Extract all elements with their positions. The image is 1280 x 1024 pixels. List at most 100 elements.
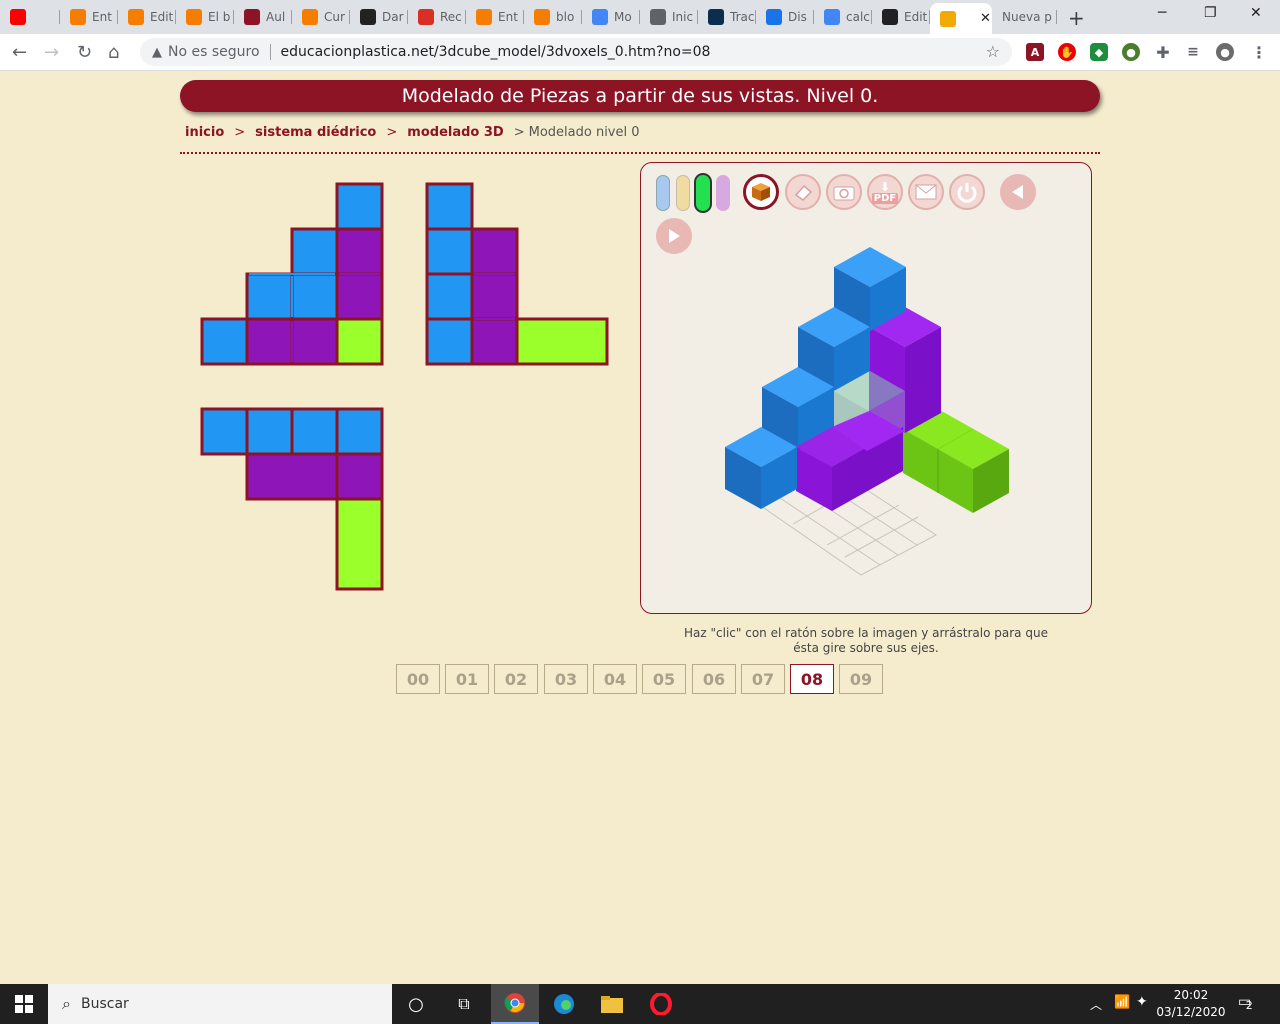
- windows-logo-icon: [15, 995, 33, 1013]
- profile-avatar[interactable]: ●: [1216, 43, 1234, 61]
- system-clock[interactable]: 20:02 03/12/2020: [1156, 987, 1226, 1021]
- page-title: Modelado de Piezas a partir de sus vista…: [180, 80, 1100, 112]
- omnibox-divider: [269, 44, 271, 60]
- adblock-extension-icon[interactable]: ✋: [1058, 43, 1076, 61]
- browser-tab[interactable]: Ent: [60, 3, 118, 31]
- tray-chevron-icon[interactable]: ︿: [1090, 996, 1102, 1013]
- back-icon[interactable]: ←: [12, 42, 27, 63]
- pdf-extension-icon[interactable]: A: [1026, 43, 1044, 61]
- notifications-button[interactable]: ▭ 2: [1238, 994, 1253, 1012]
- clock-time: 20:02: [1173, 988, 1209, 1002]
- tab-label: calc: [846, 10, 870, 24]
- dropbox-icon[interactable]: ✦: [1136, 994, 1148, 1010]
- wifi-icon[interactable]: 📶: [1114, 995, 1130, 1010]
- breadcrumb-current: Modelado nivel 0: [528, 125, 640, 140]
- browser-tab[interactable]: Edit: [872, 3, 930, 31]
- minimize-button[interactable]: ─: [1158, 5, 1166, 21]
- page-03-button[interactable]: 03: [544, 664, 588, 694]
- media-control-icon[interactable]: ≡: [1184, 43, 1202, 61]
- tab-label: Dar: [382, 10, 404, 24]
- close-tab-icon[interactable]: ✕: [980, 11, 991, 26]
- start-button[interactable]: [0, 984, 48, 1024]
- edge-taskbar-icon[interactable]: [540, 984, 588, 1024]
- chrome-icon: [882, 9, 898, 25]
- page-09-button[interactable]: 09: [839, 664, 883, 694]
- browser-tab[interactable]: Trac: [698, 3, 756, 31]
- breadcrumb-sistema-diedrico[interactable]: sistema diédrico: [255, 125, 376, 140]
- gmail-icon: [418, 9, 434, 25]
- globe-extension-icon[interactable]: ●: [1122, 43, 1140, 61]
- menu-kebab-icon[interactable]: ⋮: [1250, 43, 1268, 62]
- home-icon[interactable]: ⌂: [108, 42, 119, 63]
- globe-icon: [650, 9, 666, 25]
- browser-tab[interactable]: Cur: [292, 3, 350, 31]
- blogger-icon: [70, 9, 86, 25]
- browser-tab[interactable]: El b: [176, 3, 234, 31]
- tab-label: Nueva p: [1002, 10, 1052, 24]
- page-01-button[interactable]: 01: [445, 664, 489, 694]
- browser-tab[interactable]: Mo: [582, 3, 640, 31]
- tab-label: Inic: [672, 10, 694, 24]
- search-placeholder: Buscar: [80, 996, 129, 1012]
- tab-label: Edit: [150, 10, 174, 24]
- page-07-button[interactable]: 07: [741, 664, 785, 694]
- breadcrumb-inicio[interactable]: inicio: [185, 125, 224, 140]
- blogger-icon: [128, 9, 144, 25]
- reload-icon[interactable]: ↻: [77, 42, 92, 63]
- page-02-button[interactable]: 02: [494, 664, 538, 694]
- browser-tab[interactable]: Inic: [640, 3, 698, 31]
- page-05-button[interactable]: 05: [642, 664, 686, 694]
- browser-tab[interactable]: calc: [814, 3, 872, 31]
- warning-icon[interactable]: ▲: [152, 45, 162, 60]
- calendar-icon: [766, 9, 782, 25]
- file-explorer-taskbar-icon[interactable]: [588, 984, 636, 1024]
- tab-label: blo: [556, 10, 575, 24]
- translate-icon: [708, 9, 724, 25]
- 3d-model-canvas[interactable]: [641, 163, 1091, 613]
- browser-tab[interactable]: [0, 3, 60, 31]
- tab-label: Ent: [498, 10, 518, 24]
- forward-icon[interactable]: →: [44, 42, 59, 63]
- e-icon: [360, 9, 376, 25]
- browser-tab[interactable]: Nueva p: [992, 3, 1057, 31]
- restore-button[interactable]: ❐: [1204, 5, 1217, 21]
- page-00-button[interactable]: 00: [396, 664, 440, 694]
- page-06-button[interactable]: 06: [692, 664, 736, 694]
- browser-tab[interactable]: blo: [524, 3, 582, 31]
- close-window-button[interactable]: ✕: [1250, 5, 1262, 21]
- chrome-taskbar-icon[interactable]: [491, 984, 539, 1024]
- url-text[interactable]: educacionplastica.net/3dcube_model/3dvox…: [281, 44, 711, 60]
- breadcrumb-separator: >: [234, 125, 246, 140]
- new-tab-button[interactable]: +: [1068, 6, 1085, 30]
- security-status[interactable]: No es seguro: [168, 44, 260, 60]
- opera-taskbar-icon[interactable]: [637, 984, 685, 1024]
- browser-tab[interactable]: Dis: [756, 3, 814, 31]
- chart-icon: [592, 9, 608, 25]
- chrome-icon: [504, 993, 525, 1013]
- tab-label: Trac: [730, 10, 755, 24]
- tab-label: Rec: [440, 10, 462, 24]
- breadcrumb-separator: >: [386, 125, 398, 140]
- page-08-button[interactable]: 08: [790, 664, 834, 694]
- tab-strip: Ent Edit El b Aul Cur Dar Rec Ent blo Mo Inic Trac D…: [0, 0, 1280, 34]
- cube-icon: [940, 10, 956, 27]
- cortana-icon[interactable]: ○: [392, 984, 440, 1024]
- bookmark-star-icon[interactable]: ☆: [986, 42, 1000, 61]
- extensions-puzzle-icon[interactable]: ✚: [1154, 43, 1172, 62]
- browser-tab[interactable]: Rec: [408, 3, 466, 31]
- breadcrumb-modelado-3d[interactable]: modelado 3D: [407, 125, 503, 140]
- tab-label: Mo: [614, 10, 632, 24]
- taskbar-search[interactable]: ⌕ Buscar: [48, 984, 392, 1024]
- browser-tab[interactable]: Ent: [466, 3, 524, 31]
- task-view-icon[interactable]: ⧉: [440, 984, 488, 1024]
- browser-tab[interactable]: Aul: [234, 3, 292, 31]
- shield-extension-icon[interactable]: ◆: [1090, 43, 1108, 61]
- search-icon: ⌕: [62, 994, 71, 1013]
- page-04-button[interactable]: 04: [593, 664, 637, 694]
- browser-tab[interactable]: Edit: [118, 3, 176, 31]
- browser-tab[interactable]: ✕: [930, 3, 992, 34]
- tab-label: Ent: [92, 10, 112, 24]
- side-view: [425, 182, 609, 366]
- omnibox[interactable]: ▲ No es seguro educacionplastica.net/3dc…: [140, 38, 1012, 66]
- browser-tab[interactable]: Dar: [350, 3, 408, 31]
